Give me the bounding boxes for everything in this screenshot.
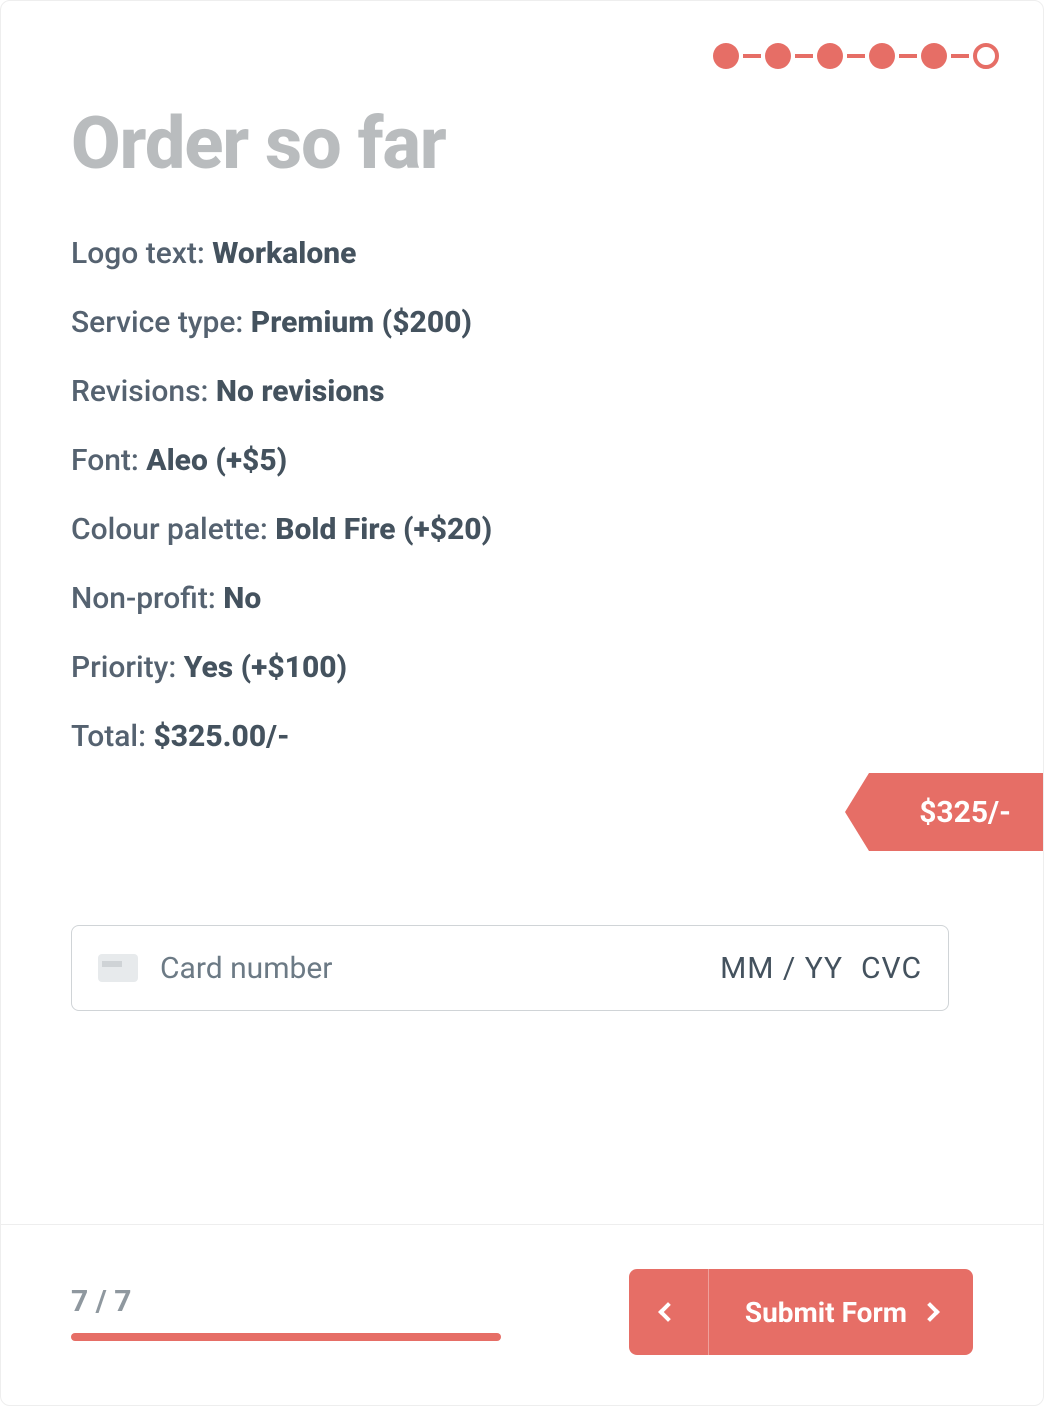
summary-line-colour-palette: Colour palette: Bold Fire (+$20) <box>71 510 973 549</box>
summary-line-revisions: Revisions: No revisions <box>71 372 973 411</box>
card-cvc-placeholder: CVC <box>861 951 922 986</box>
summary-label: Font: <box>71 443 146 478</box>
credit-card-icon <box>98 954 138 982</box>
content-area: Order so far Logo text: Workalone Servic… <box>1 1 1043 1224</box>
summary-label: Revisions: <box>71 374 216 409</box>
submit-button[interactable]: Submit Form <box>709 1269 973 1355</box>
summary-value: Bold Fire (+$20) <box>275 512 492 547</box>
summary-line-font: Font: Aleo (+$5) <box>71 441 973 480</box>
summary-value: Yes (+$100) <box>184 650 347 685</box>
summary-line-non-profit: Non-profit: No <box>71 579 973 618</box>
summary-line-logo-text: Logo text: Workalone <box>71 234 973 273</box>
card-number-input[interactable]: Card number MM / YY CVC <box>71 925 949 1011</box>
summary-line-priority: Priority: Yes (+$100) <box>71 648 973 687</box>
summary-label: Logo text: <box>71 236 212 271</box>
summary-value: No revisions <box>216 374 385 409</box>
price-tag-value: $325/- <box>919 795 1011 830</box>
footer: 7 / 7 Submit Form <box>1 1224 1043 1405</box>
page-title: Order so far <box>71 101 973 186</box>
summary-value: No <box>223 581 261 616</box>
card-number-placeholder: Card number <box>160 951 720 986</box>
chevron-left-icon <box>658 1302 678 1322</box>
summary-line-service-type: Service type: Premium ($200) <box>71 303 973 342</box>
summary-label: Service type: <box>71 305 251 340</box>
order-summary-card: Order so far Logo text: Workalone Servic… <box>0 0 1044 1406</box>
price-tag: $325/- <box>869 773 1043 851</box>
chevron-right-icon <box>920 1302 940 1322</box>
summary-label: Non-profit: <box>71 581 223 616</box>
summary-value: Workalone <box>212 236 356 271</box>
progress-wrap: 7 / 7 <box>71 1284 501 1341</box>
summary-label: Total: <box>71 719 153 754</box>
summary-line-total: Total: $325.00/- <box>71 717 973 756</box>
summary-value: Premium ($200) <box>251 305 472 340</box>
progress-label: 7 / 7 <box>71 1284 501 1319</box>
submit-button-label: Submit Form <box>745 1296 907 1329</box>
prev-button[interactable] <box>629 1269 709 1355</box>
summary-label: Colour palette: <box>71 512 275 547</box>
progress-bar <box>71 1333 501 1341</box>
card-expiry-placeholder: MM / YY <box>720 951 843 986</box>
summary-value: Aleo (+$5) <box>146 443 287 478</box>
nav-button-group: Submit Form <box>629 1269 973 1355</box>
summary-label: Priority: <box>71 650 184 685</box>
summary-value: $325.00/- <box>153 719 289 754</box>
